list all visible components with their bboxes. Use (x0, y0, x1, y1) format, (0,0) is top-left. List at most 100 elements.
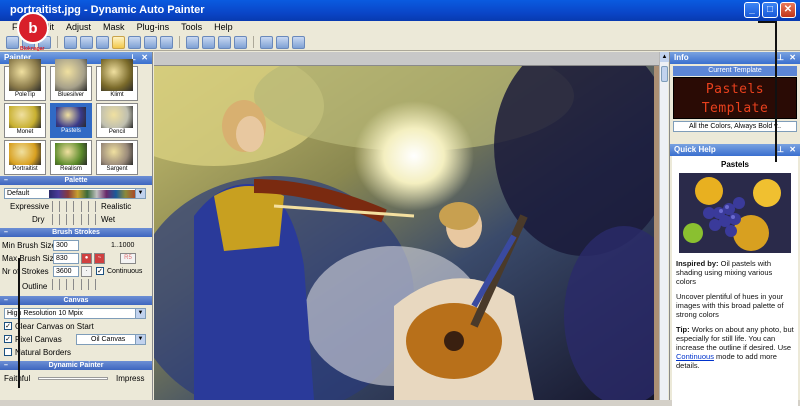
expressive-slider[interactable] (52, 201, 96, 212)
menu-help[interactable]: Help (214, 21, 233, 34)
toolbar-separator (253, 36, 254, 48)
clear-canvas-checkbox[interactable]: ✓ (4, 322, 12, 330)
close-button[interactable]: ✕ (780, 2, 796, 18)
impress-label: Impress (116, 374, 145, 383)
dry-slider-row: Dry Wet (0, 213, 152, 226)
thumbnail-image (101, 59, 133, 91)
pixel-canvas-checkbox[interactable]: ✓ (4, 335, 12, 343)
thumbnail-label: PoleTip (14, 92, 36, 98)
preset-icon[interactable]: R5 (120, 253, 136, 264)
pin-icon[interactable]: ⊥ (777, 144, 784, 156)
brush-section-header[interactable]: – Brush Strokes (0, 228, 152, 237)
style-thumbnail-pencil[interactable]: Pencil (96, 103, 138, 138)
brush-link-icon[interactable]: ~ (94, 253, 105, 264)
thumbnail-label: Portraitist (12, 166, 38, 172)
fit-icon[interactable] (112, 35, 125, 49)
chevron-down-icon[interactable]: ▼ (135, 309, 145, 318)
style-thumbnail-realism[interactable]: Realism (50, 140, 92, 175)
toolbar-separator (57, 36, 58, 48)
stop-icon[interactable] (186, 35, 199, 49)
pause-icon[interactable] (218, 35, 231, 49)
chevron-down-icon[interactable]: ▼ (135, 335, 145, 344)
zoom-actual-icon[interactable] (160, 35, 173, 49)
style-thumbnail-poletip[interactable]: PoleTip (4, 59, 46, 101)
new-icon[interactable] (6, 35, 19, 49)
style-thumbnail-pastels[interactable]: Pastels (50, 103, 92, 138)
min-brush-row: Min Brush Size 300 1..1000 (0, 239, 152, 252)
scrollbar-thumb[interactable] (661, 66, 668, 82)
continuous-link[interactable]: Continuous (676, 352, 714, 361)
dry-label: Dry (32, 215, 45, 224)
max-brush-input[interactable]: 830 (53, 253, 79, 264)
minimize-button[interactable]: _ (744, 2, 760, 18)
scroll-up-icon[interactable]: ▲ (660, 52, 669, 62)
canvas-area (154, 52, 659, 400)
toolbar-separator (179, 36, 180, 48)
layers-icon[interactable] (292, 35, 305, 49)
thumbnail-label: Pastels (61, 128, 81, 134)
faithful-slider-row: Faithful Impress (0, 372, 152, 385)
copy-icon[interactable] (64, 35, 77, 49)
menu-mask[interactable]: Mask (103, 21, 125, 34)
strokes-icon[interactable]: · (81, 266, 92, 277)
brand-logo: b (17, 12, 49, 44)
palette-section-header[interactable]: – Palette (0, 176, 152, 185)
painting-image[interactable] (154, 66, 654, 400)
dynamic-section-header[interactable]: – Dynamic Painter (0, 361, 152, 370)
strokes-input[interactable]: 3600 (53, 266, 79, 277)
info-body: Current Template Pastels Template All th… (670, 64, 800, 144)
style-thumbnail-monet[interactable]: Monet (4, 103, 46, 138)
zoom-out-icon[interactable] (144, 35, 157, 49)
thumbnail-label: Bluesilver (57, 92, 84, 98)
close-icon[interactable]: ✕ (789, 52, 796, 64)
continuous-label: Continuous (107, 268, 143, 275)
pin-icon[interactable]: ⊥ (777, 52, 784, 64)
realistic-label: Realistic (101, 202, 132, 211)
brush-lock-icon[interactable]: ● (81, 253, 92, 264)
style-thumbnail-bluesilver[interactable]: Bluesilver (50, 59, 92, 101)
palette-dropdown[interactable]: Default ▼ (4, 188, 146, 199)
faithful-slider[interactable] (38, 377, 108, 380)
style-thumbnail-portraitist[interactable]: Portraitist (4, 140, 46, 175)
menu-plugins[interactable]: Plug-ins (137, 21, 170, 34)
canvas-row: High Resolution 10 Mpix ▼ (0, 307, 152, 320)
crop-icon[interactable] (96, 35, 109, 49)
expressive-label: Expressive (10, 202, 50, 211)
canvas-section-header[interactable]: – Canvas (0, 296, 152, 305)
canvas-vertical-scrollbar[interactable]: ▲ (659, 52, 669, 400)
continuous-checkbox[interactable]: ✓ (96, 267, 104, 275)
style-thumbnail-klimt[interactable]: Klimt (96, 59, 138, 101)
thumbnail-image (55, 143, 87, 165)
palette-color-strip (49, 190, 135, 198)
canvas-dropdown[interactable]: High Resolution 10 Mpix ▼ (4, 308, 146, 319)
close-icon[interactable]: ✕ (141, 52, 148, 64)
help-icon[interactable] (260, 35, 273, 49)
template-display: Pastels Template (673, 77, 797, 119)
maximize-button[interactable]: □ (762, 2, 778, 18)
info-panel-title: Info (674, 53, 689, 62)
paste-icon[interactable] (80, 35, 93, 49)
title-bar[interactable]: portraitist.jpg - Dynamic Auto Painter _… (0, 0, 800, 21)
close-icon[interactable]: ✕ (789, 144, 796, 156)
strokes-row: Nr of Strokes 3600 · ✓ Continuous (0, 265, 152, 278)
canvas-type-dropdown[interactable]: Oil Canvas ▼ (76, 334, 146, 345)
canvas-type-value: Oil Canvas (91, 336, 126, 343)
menu-tools[interactable]: Tools (181, 21, 202, 34)
record-icon[interactable] (234, 35, 247, 49)
thumbnail-image (101, 143, 133, 165)
min-brush-input[interactable]: 300 (53, 240, 79, 251)
clear-canvas-row: ✓ Clear Canvas on Start (0, 320, 152, 333)
outline-slider[interactable] (52, 279, 96, 290)
menu-adjust[interactable]: Adjust (66, 21, 91, 34)
natural-borders-checkbox[interactable] (4, 348, 12, 356)
chevron-down-icon[interactable]: ▼ (135, 189, 145, 198)
play-icon[interactable] (202, 35, 215, 49)
toolbar (0, 34, 800, 51)
style-thumbnail-sargent[interactable]: Sargent (96, 140, 138, 175)
zoom-in-icon[interactable] (128, 35, 141, 49)
min-brush-label: Min Brush Size (2, 241, 56, 250)
palette-value: Default (7, 190, 30, 197)
wetness-slider[interactable] (52, 214, 96, 225)
settings-icon[interactable] (276, 35, 289, 49)
wet-label: Wet (101, 215, 116, 224)
